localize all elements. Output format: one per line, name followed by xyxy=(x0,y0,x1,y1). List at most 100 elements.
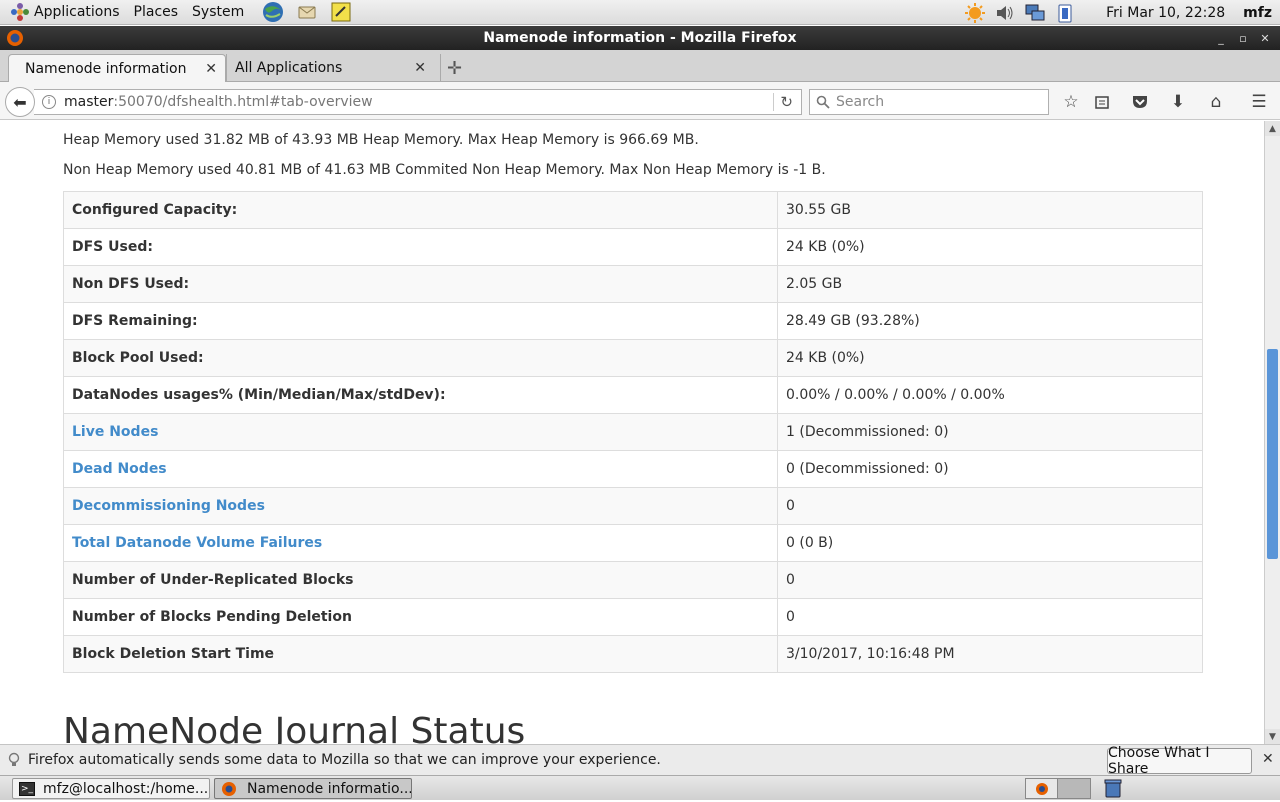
dfs-row-value: 0.00% / 0.00% / 0.00% / 0.00% xyxy=(777,376,1203,414)
navigation-bar: i master:50070/dfshealth.html#tab-overvi… xyxy=(0,82,1280,120)
network-icon[interactable] xyxy=(1024,2,1046,24)
dfs-row-label: Number of Blocks Pending Deletion xyxy=(63,598,778,636)
scroll-down-icon[interactable]: ▼ xyxy=(1265,729,1280,744)
notification-bar: Firefox automatically sends some data to… xyxy=(0,744,1280,777)
applications-menu-icon[interactable] xyxy=(10,2,30,22)
choose-what-i-share-button[interactable]: Choose What I Share xyxy=(1107,745,1252,777)
search-bar[interactable]: Search xyxy=(809,89,1049,115)
close-window-icon[interactable]: ✕ xyxy=(1254,26,1276,50)
dfs-row-link[interactable]: Total Datanode Volume Failures xyxy=(63,524,778,562)
dfs-row-label: Configured Capacity: xyxy=(63,191,778,229)
pocket-icon[interactable] xyxy=(1129,91,1151,113)
dfs-table-row: Number of Under-Replicated Blocks 0 xyxy=(63,561,1203,599)
close-notification-icon[interactable]: ✕ xyxy=(1262,751,1274,767)
url-bar[interactable]: i master:50070/dfshealth.html#tab-overvi… xyxy=(34,89,802,115)
dfs-row-link[interactable]: Decommissioning Nodes xyxy=(63,487,778,525)
firefox-window-icon xyxy=(6,29,24,47)
back-button[interactable]: ⬅ xyxy=(5,87,35,117)
dfs-row-value: 2.05 GB xyxy=(777,265,1203,303)
back-arrow-icon: ⬅ xyxy=(13,92,27,112)
dfs-table-row: Block Pool Used: 24 KB (0%) xyxy=(63,339,1203,377)
minimize-window-icon[interactable]: _ xyxy=(1210,26,1232,50)
close-tab-icon[interactable]: ✕ xyxy=(414,60,426,76)
dfs-row-value: 28.49 GB (93.28%) xyxy=(777,302,1203,340)
reload-icon[interactable]: ↻ xyxy=(773,93,793,111)
top-panel: Applications Places System Fri Mar 10, 2… xyxy=(0,0,1280,25)
dfs-table-row: Configured Capacity: 30.55 GB xyxy=(63,191,1203,229)
dfs-row-value: 0 xyxy=(777,561,1203,599)
hamburger-menu-icon[interactable]: ☰ xyxy=(1248,91,1270,113)
journal-status-heading: NameNode Journal Status xyxy=(63,711,526,744)
workspace-1[interactable] xyxy=(1026,779,1059,798)
dfs-row-label: DFS Remaining: xyxy=(63,302,778,340)
terminal-icon: >_ xyxy=(19,781,35,796)
reading-list-icon[interactable] xyxy=(1091,91,1113,113)
dfs-table-row: Block Deletion Start Time 3/10/2017, 10:1… xyxy=(63,635,1203,673)
page-content: Heap Memory used 31.82 MB of 43.93 MB He… xyxy=(0,121,1264,744)
trash-icon[interactable] xyxy=(1103,779,1123,798)
workspace-2[interactable] xyxy=(1058,779,1090,798)
url-path: :50070/dfshealth.html#tab-overview xyxy=(113,94,373,110)
task-terminal[interactable]: >_ mfz@localhost:/home... xyxy=(12,778,210,799)
dfs-row-value: 0 (0 B) xyxy=(777,524,1203,562)
places-menu[interactable]: Places xyxy=(134,4,179,20)
plus-icon: ✛ xyxy=(446,57,463,79)
maximize-window-icon[interactable]: ▫ xyxy=(1232,26,1254,50)
dfs-row-link[interactable]: Dead Nodes xyxy=(63,450,778,488)
clipboard-icon[interactable] xyxy=(1054,2,1076,24)
dfs-row-label: Block Pool Used: xyxy=(63,339,778,377)
tab-label: Namenode information xyxy=(25,60,187,77)
vertical-scrollbar[interactable]: ▲ ▼ xyxy=(1264,121,1280,744)
dfs-table-row: Dead Nodes 0 (Decommissioned: 0) xyxy=(63,450,1203,488)
dfs-summary-table: Configured Capacity: 30.55 GB DFS Used: 24 … xyxy=(63,191,1203,673)
lightbulb-icon xyxy=(8,752,20,768)
dfs-table-row: Non DFS Used: 2.05 GB xyxy=(63,265,1203,303)
firefox-task-icon xyxy=(221,781,237,797)
dfs-row-value: 24 KB (0%) xyxy=(777,339,1203,377)
tab-strip: Namenode information ✕ All Applications … xyxy=(0,50,1280,82)
applications-menu[interactable]: Applications xyxy=(34,4,120,20)
taskbar: >_ mfz@localhost:/home... Namenode infor… xyxy=(0,775,1280,800)
url-host: master xyxy=(64,94,114,110)
dfs-row-link[interactable]: Live Nodes xyxy=(63,413,778,451)
system-menu[interactable]: System xyxy=(192,4,244,20)
heap-memory-text: Heap Memory used 31.82 MB of 43.93 MB He… xyxy=(63,132,699,148)
update-notifier-icon[interactable] xyxy=(964,2,986,24)
workspace-switcher[interactable] xyxy=(1025,778,1091,799)
dfs-row-value: 0 (Decommissioned: 0) xyxy=(777,450,1203,488)
dfs-row-value: 3/10/2017, 10:16:48 PM xyxy=(777,635,1203,673)
dfs-row-label: DFS Used: xyxy=(63,228,778,266)
scrollbar-thumb[interactable] xyxy=(1267,349,1278,559)
user-name[interactable]: mfz xyxy=(1243,5,1272,21)
task-label: Namenode informatio... xyxy=(247,780,412,797)
window-title: Namenode information - Mozilla Firefox xyxy=(483,30,797,46)
dfs-table-row: Total Datanode Volume Failures 0 (0 B) xyxy=(63,524,1203,562)
new-tab-button[interactable]: ✛ xyxy=(440,54,468,82)
home-icon[interactable]: ⌂ xyxy=(1205,91,1227,113)
bookmark-star-icon[interactable]: ☆ xyxy=(1060,91,1082,113)
dfs-row-value: 30.55 GB xyxy=(777,191,1203,229)
downloads-icon[interactable]: ⬇ xyxy=(1167,91,1189,113)
dfs-table-row: Live Nodes 1 (Decommissioned: 0) xyxy=(63,413,1203,451)
mail-launcher-icon[interactable] xyxy=(296,1,318,23)
tab-all-applications[interactable]: All Applications ✕ xyxy=(226,54,434,82)
task-firefox[interactable]: Namenode informatio... xyxy=(214,778,412,799)
window-titlebar[interactable]: Namenode information - Mozilla Firefox _… xyxy=(0,26,1280,50)
dfs-table-row: Decommissioning Nodes 0 xyxy=(63,487,1203,525)
info-icon[interactable]: i xyxy=(42,95,56,109)
clock[interactable]: Fri Mar 10, 22:28 xyxy=(1106,5,1225,21)
dfs-row-value: 24 KB (0%) xyxy=(777,228,1203,266)
dfs-row-value: 0 xyxy=(777,598,1203,636)
notification-message: Firefox automatically sends some data to… xyxy=(28,752,661,768)
dfs-row-label: DataNodes usages% (Min/Median/Max/stdDev… xyxy=(63,376,778,414)
dfs-row-label: Number of Under-Replicated Blocks xyxy=(63,561,778,599)
tab-namenode-information[interactable]: Namenode information ✕ xyxy=(8,54,226,82)
non-heap-memory-text: Non Heap Memory used 40.81 MB of 41.63 M… xyxy=(63,162,826,178)
dfs-row-value: 1 (Decommissioned: 0) xyxy=(777,413,1203,451)
close-tab-icon[interactable]: ✕ xyxy=(205,61,217,77)
volume-icon[interactable] xyxy=(994,2,1016,24)
firefox-launcher-icon[interactable] xyxy=(262,1,284,23)
dfs-table-row: DataNodes usages% (Min/Median/Max/stdDev… xyxy=(63,376,1203,414)
notes-launcher-icon[interactable] xyxy=(330,1,352,23)
scroll-up-icon[interactable]: ▲ xyxy=(1265,121,1280,136)
